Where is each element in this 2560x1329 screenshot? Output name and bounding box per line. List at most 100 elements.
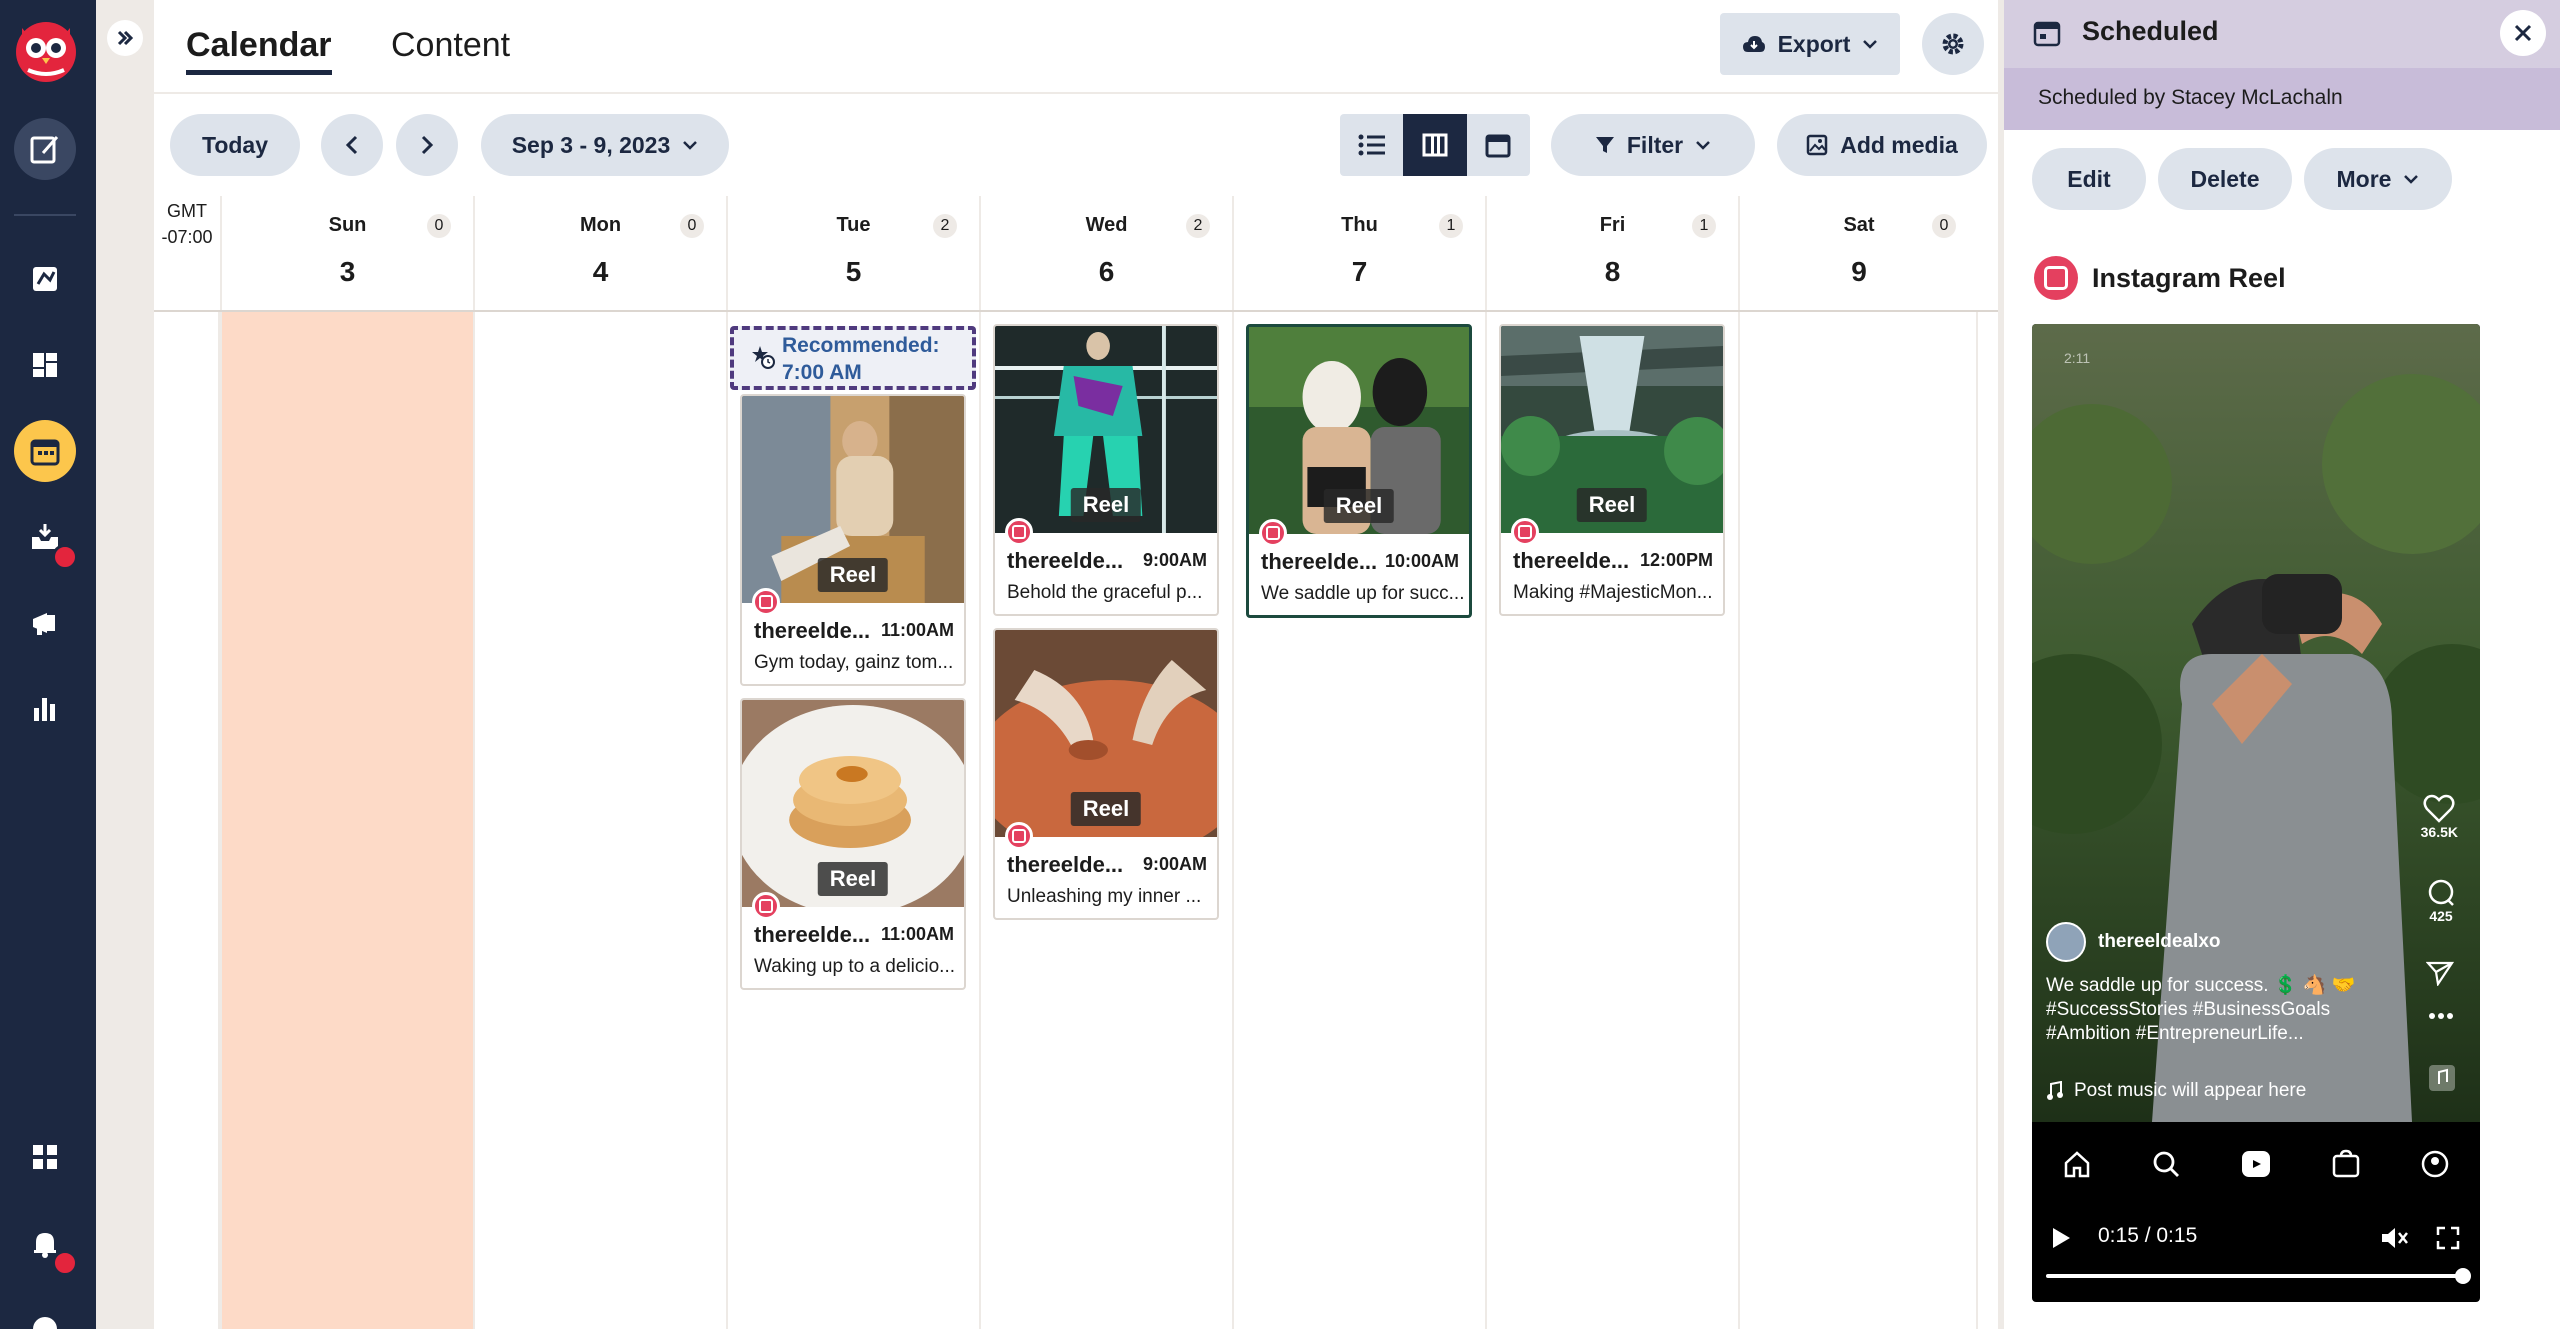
post-account: thereelde... bbox=[1007, 852, 1124, 877]
add-media-button[interactable]: Add media bbox=[1777, 114, 1987, 176]
funnel-icon bbox=[1595, 137, 1614, 153]
week-view-button[interactable] bbox=[1403, 114, 1467, 176]
image-icon bbox=[1806, 134, 1828, 156]
post-card-tue-gym[interactable]: Reel thereelde... 11:00AM Gym today, gai… bbox=[740, 394, 966, 686]
post-caption: Unleashing my inner ... bbox=[1007, 886, 1202, 907]
next-week-button[interactable] bbox=[396, 114, 458, 176]
like-control[interactable]: 36.5K bbox=[2421, 794, 2458, 840]
export-button[interactable]: Export bbox=[1720, 13, 1900, 75]
notifications-icon[interactable] bbox=[14, 1212, 78, 1276]
day-post-count: 1 bbox=[1439, 214, 1463, 238]
day-header-sat[interactable]: Sat 0 9 bbox=[1738, 196, 1978, 310]
music-label: Post music will appear here bbox=[2074, 1080, 2307, 1101]
fullscreen-icon[interactable] bbox=[2436, 1226, 2460, 1250]
tab-content[interactable]: Content bbox=[391, 26, 510, 65]
double-chevron-right-icon bbox=[117, 30, 134, 46]
close-icon bbox=[2514, 24, 2532, 42]
planner-icon[interactable] bbox=[14, 248, 76, 310]
post-card-wed-dance[interactable]: Reel thereelde... 9:00AM Behold the grac… bbox=[993, 324, 1219, 616]
day-header-tue[interactable]: Tue 2 5 bbox=[726, 196, 979, 310]
day-column-mon[interactable] bbox=[473, 312, 726, 1329]
progress-handle[interactable] bbox=[2455, 1268, 2471, 1284]
search-icon[interactable] bbox=[2151, 1149, 2181, 1179]
scheduled-by-label: Scheduled by Stacey McLachaln bbox=[2004, 68, 2560, 130]
analytics-icon[interactable] bbox=[14, 678, 76, 740]
month-view-button[interactable] bbox=[1466, 114, 1530, 176]
muted-icon[interactable] bbox=[2380, 1226, 2408, 1250]
chevron-down-icon bbox=[1863, 40, 1878, 49]
advertise-icon[interactable] bbox=[14, 592, 76, 654]
recommended-time-slot[interactable]: Recommended: 7:00 AM bbox=[730, 326, 976, 390]
post-card-thu-horse[interactable]: Reel thereelde... 10:00AM We saddle up f… bbox=[1246, 324, 1472, 618]
expand-nav-button[interactable] bbox=[107, 20, 143, 56]
comment-control[interactable]: 425 bbox=[2426, 878, 2456, 924]
reel-author[interactable]: thereeldealxo bbox=[2046, 922, 2221, 962]
home-icon[interactable] bbox=[2062, 1149, 2092, 1179]
post-account: thereelde... bbox=[754, 922, 871, 947]
instagram-icon bbox=[752, 892, 780, 920]
paper-plane-icon bbox=[2426, 961, 2454, 986]
dashboard-icon[interactable] bbox=[14, 334, 76, 396]
post-caption: Behold the graceful p... bbox=[1007, 582, 1203, 603]
post-card-wed-pottery[interactable]: Reel thereelde... 9:00AM Unleashing my i… bbox=[993, 628, 1219, 920]
tab-calendar[interactable]: Calendar bbox=[186, 26, 332, 75]
post-caption: Making #MajesticMon... bbox=[1513, 582, 1713, 603]
settings-button[interactable] bbox=[1922, 13, 1984, 75]
audio-thumb[interactable] bbox=[2428, 1064, 2456, 1092]
main-content: Calendar Content Export Today Sep 3 - 9,… bbox=[154, 0, 1998, 1329]
day-header-fri[interactable]: Fri 1 8 bbox=[1485, 196, 1738, 310]
reels-icon[interactable] bbox=[2240, 1149, 2272, 1179]
previous-week-button[interactable] bbox=[321, 114, 383, 176]
chevron-down-icon bbox=[2404, 175, 2419, 184]
share-control[interactable] bbox=[2426, 960, 2454, 986]
timezone-gmt: GMT bbox=[167, 201, 207, 221]
compose-icon[interactable] bbox=[14, 118, 76, 180]
reel-tag: Reel bbox=[817, 862, 889, 896]
play-icon[interactable] bbox=[2050, 1226, 2072, 1250]
likes-count: 36.5K bbox=[2420, 824, 2458, 840]
date-range-picker[interactable]: Sep 3 - 9, 2023 bbox=[481, 114, 729, 176]
comment-icon bbox=[2428, 879, 2454, 906]
day-header-wed[interactable]: Wed 2 6 bbox=[979, 196, 1232, 310]
recommended-star-icon bbox=[752, 346, 775, 369]
edit-post-button[interactable]: Edit bbox=[2032, 148, 2146, 210]
calendar-icon[interactable] bbox=[14, 420, 76, 482]
filter-button[interactable]: Filter bbox=[1551, 114, 1755, 176]
post-card-tue-pancakes[interactable]: Reel thereelde... 11:00AM Waking up to a… bbox=[740, 698, 966, 990]
help-icon[interactable] bbox=[14, 1298, 76, 1329]
day-number: 3 bbox=[339, 256, 356, 287]
more-options-control[interactable] bbox=[2428, 1012, 2454, 1020]
close-panel-button[interactable] bbox=[2500, 10, 2546, 56]
day-header-sun[interactable]: Sun 0 3 bbox=[220, 196, 473, 310]
instagram-icon bbox=[752, 588, 780, 616]
post-time: 11:00AM bbox=[880, 924, 954, 944]
profile-icon[interactable] bbox=[2420, 1149, 2450, 1179]
list-view-button[interactable] bbox=[1340, 114, 1404, 176]
day-header-mon[interactable]: Mon 0 4 bbox=[473, 196, 726, 310]
post-card-fri-waterfall[interactable]: Reel thereelde... 12:00PM Making #Majest… bbox=[1499, 324, 1725, 616]
day-number: 4 bbox=[592, 256, 609, 287]
apps-icon[interactable] bbox=[14, 1126, 76, 1188]
reel-preview[interactable]: 2:11 36.5K 425 thereeldealxo We saddle u… bbox=[2032, 324, 2480, 1302]
columns-icon bbox=[1422, 133, 1448, 157]
today-button[interactable]: Today bbox=[170, 114, 300, 176]
calendar-toolbar: Today Sep 3 - 9, 2023 Filter Add media bbox=[154, 96, 1998, 196]
view-toggle bbox=[1340, 114, 1530, 176]
day-column-sun[interactable] bbox=[220, 312, 473, 1329]
day-header-thu[interactable]: Thu 1 7 bbox=[1232, 196, 1485, 310]
more-actions-button[interactable]: More bbox=[2304, 148, 2452, 210]
shop-icon[interactable] bbox=[2331, 1149, 2361, 1179]
post-account: thereelde... bbox=[1261, 549, 1378, 574]
video-controls: 0:15 / 0:15 bbox=[2032, 1224, 2480, 1302]
day-number: 9 bbox=[1851, 256, 1867, 287]
heart-icon bbox=[2423, 794, 2455, 823]
day-post-count: 2 bbox=[933, 214, 957, 238]
video-progress-bar[interactable] bbox=[2046, 1268, 2471, 1284]
delete-post-button[interactable]: Delete bbox=[2158, 148, 2292, 210]
day-column-sat[interactable] bbox=[1738, 312, 1978, 1329]
inbox-icon[interactable] bbox=[14, 506, 78, 570]
day-number: 6 bbox=[1098, 256, 1115, 287]
status-bar-time: 2:11 bbox=[2064, 350, 2091, 366]
export-label: Export bbox=[1777, 30, 1851, 57]
owl-logo-icon[interactable] bbox=[8, 12, 84, 88]
